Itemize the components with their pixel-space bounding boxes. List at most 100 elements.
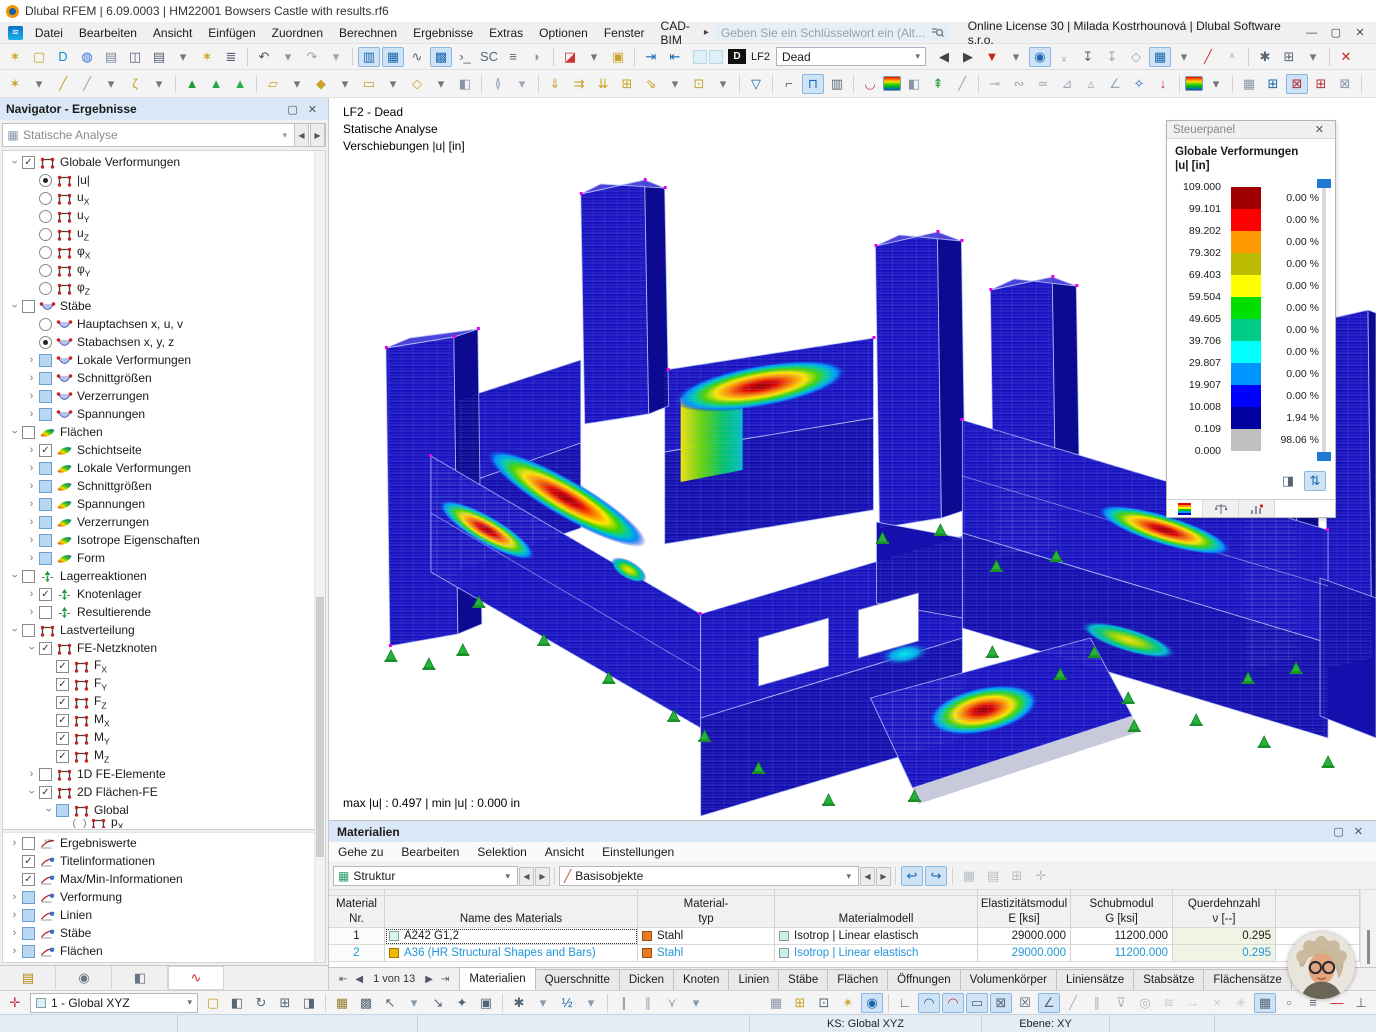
node-drop-icon[interactable]: ▾ (28, 74, 50, 94)
free-load-icon[interactable]: ⇘ (640, 74, 662, 94)
radio[interactable] (39, 228, 52, 241)
dlubal-connect-icon[interactable]: D (52, 47, 74, 67)
cell-typ[interactable]: Stahl (638, 945, 775, 962)
checkbox-partial[interactable] (39, 516, 52, 529)
tree-item-x[interactable]: φX (3, 243, 325, 261)
printout-report-icon[interactable]: ▤ (100, 47, 122, 67)
table-tab-fl-chens-tze[interactable]: Flächensätze (1203, 969, 1291, 990)
checkbox-checked[interactable]: ✓ (56, 696, 69, 709)
radio[interactable] (39, 318, 52, 331)
tree-item-mx[interactable]: ✓MX (3, 711, 325, 729)
expand-icon[interactable]: › (24, 768, 39, 780)
menu-selektion[interactable]: Selektion (468, 843, 535, 861)
results-grid-icon[interactable]: ▦ (1149, 47, 1171, 67)
tab-factors[interactable] (1203, 500, 1239, 517)
radio[interactable] (39, 210, 52, 223)
expand-icon[interactable]: › (7, 945, 22, 957)
prev-loadcase-icon[interactable]: ◀ (933, 47, 955, 67)
toolbar-overflow-icon[interactable]: ▸ (704, 27, 709, 38)
ortho-mode-icon[interactable]: ∟ (894, 993, 916, 1013)
menu-extras[interactable]: Extras (481, 23, 531, 43)
cell-name-des-materials[interactable]: A242 G1,2 (385, 928, 638, 945)
tree-item-spannungen[interactable]: ›Spannungen (3, 495, 325, 513)
line-drop-icon[interactable]: ▾ (100, 74, 122, 94)
rotate-view-icon[interactable]: ↻ (250, 993, 272, 1013)
tree-item-stabachsen-x-y-z[interactable]: Stabachsen x, y, z (3, 333, 325, 351)
free-load-drop-icon[interactable]: ▾ (664, 74, 686, 94)
expand-icon[interactable]: › (24, 552, 39, 564)
cell-item[interactable]: 0.295 (1173, 945, 1276, 962)
checkbox-partial[interactable] (22, 927, 35, 940)
grid-snap-icon[interactable]: ▦ (1254, 993, 1276, 1013)
table-cross-icon[interactable]: ✛ (1030, 866, 1052, 886)
first-table-button[interactable]: ⇤ (335, 974, 351, 985)
box-select-icon[interactable]: ▫ (1278, 993, 1300, 1013)
table-tab-liniens-tze[interactable]: Liniensätze (1056, 969, 1134, 990)
prev-table-page-button[interactable]: ◀ (351, 974, 367, 985)
collapse-icon[interactable]: › (9, 155, 21, 170)
insert-support-icon[interactable]: ⊥ (1350, 993, 1372, 1013)
collapse-icon[interactable]: › (9, 299, 21, 314)
checkbox[interactable] (22, 837, 35, 850)
checkbox-checked[interactable]: ✓ (39, 588, 52, 601)
snap-ext-4-icon[interactable]: ✳ (1230, 993, 1252, 1013)
prev-table-button[interactable]: ◀ (519, 867, 534, 886)
hinge-release-1-icon[interactable]: ⊸ (984, 74, 1006, 94)
snap-cursor-icon[interactable]: ◉ (861, 993, 883, 1013)
snap-icon[interactable]: ✱ (508, 993, 530, 1013)
column-header-item[interactable]: Querdehnzahlν [--] (1173, 896, 1276, 928)
next-category-button[interactable]: ▶ (876, 867, 891, 886)
opening-load-icon[interactable]: ⊞ (616, 74, 638, 94)
tree-item-schichtseite[interactable]: ›✓Schichtseite (3, 441, 325, 459)
tree-item-max-min-informationen[interactable]: ✓Max/Min-Informationen (3, 870, 325, 888)
tree-item-uz[interactable]: uZ (3, 225, 325, 243)
radio[interactable] (39, 192, 52, 205)
dimension-out-icon[interactable]: ⇤ (664, 47, 686, 67)
tree-item-fl-chen[interactable]: ›Flächen (3, 942, 325, 960)
navigator-panel-icon[interactable]: ▥ (358, 47, 380, 67)
menu-cad-bim[interactable]: CAD-BIM (653, 16, 698, 50)
diagram-panel-icon[interactable]: ∿ (406, 47, 428, 67)
cell-g-ksi[interactable]: 11200.000 (1071, 928, 1173, 945)
tree-item-st-be[interactable]: ›Stäbe (3, 297, 325, 315)
edit-trim-icon[interactable]: ▣ (475, 993, 497, 1013)
mesh-refine-icon[interactable]: ⊞ (1310, 74, 1332, 94)
polyline-drop-icon[interactable]: ▾ (148, 74, 170, 94)
checkbox[interactable] (22, 624, 35, 637)
model-info-icon[interactable]: ◍ (76, 47, 98, 67)
tree-item-fz[interactable]: ✓FZ (3, 693, 325, 711)
tree-item-y[interactable]: φY (3, 261, 325, 279)
tree-item-titelinformationen[interactable]: ✓Titelinformationen (3, 852, 325, 870)
guidelines-icon[interactable]: ½ (556, 993, 578, 1013)
insert-block-icon[interactable]: ◧ (454, 74, 476, 94)
undo-icon[interactable]: ↶ (253, 47, 275, 67)
checkbox-checked[interactable]: ✓ (22, 873, 35, 886)
print-drop-icon[interactable]: ▾ (172, 47, 194, 67)
snap-parallel-icon[interactable]: ∥ (1086, 993, 1108, 1013)
collapse-icon[interactable]: › (9, 623, 21, 638)
radio[interactable] (39, 246, 52, 259)
fe-mesh-icon[interactable]: ▦ (1238, 74, 1260, 94)
close-button[interactable]: ✕ (1348, 23, 1372, 42)
line-support-icon[interactable]: ▲ (205, 74, 227, 94)
snap-center-icon[interactable]: ⊠ (990, 993, 1012, 1013)
dimension-in-icon[interactable]: ⇥ (640, 47, 662, 67)
expand-icon[interactable]: › (7, 891, 22, 903)
redo-drop-icon[interactable]: ▾ (325, 47, 347, 67)
tree-item-mz[interactable]: ✓MZ (3, 747, 325, 765)
legend-slider-handle-bottom[interactable] (1317, 452, 1331, 461)
pin-marker-icon[interactable]: ↓ (1152, 74, 1174, 94)
menu-datei[interactable]: Datei (27, 23, 71, 43)
mesh-active-icon[interactable]: ⊠ (1286, 74, 1308, 94)
table-row[interactable]: 2A36 (HR Structural Shapes and Bars)Stah… (329, 945, 1376, 962)
snap-ext-1-icon[interactable]: ≋ (1158, 993, 1180, 1013)
column-header-nr[interactable]: MaterialNr. (329, 896, 385, 928)
model-viewport[interactable]: LF2 - Dead Statische Analyse Verschiebun… (329, 98, 1376, 820)
result-solids-icon[interactable]: ◧ (903, 74, 925, 94)
tree-item-fy[interactable]: ✓FY (3, 675, 325, 693)
tree-item-verzerrungen[interactable]: ›Verzerrungen (3, 387, 325, 405)
snap-intersection-icon[interactable]: ☒ (1014, 993, 1036, 1013)
color-scale-edit-icon[interactable] (1185, 76, 1203, 91)
checkbox[interactable] (22, 570, 35, 583)
surface-load-icon[interactable]: ⇊ (592, 74, 614, 94)
